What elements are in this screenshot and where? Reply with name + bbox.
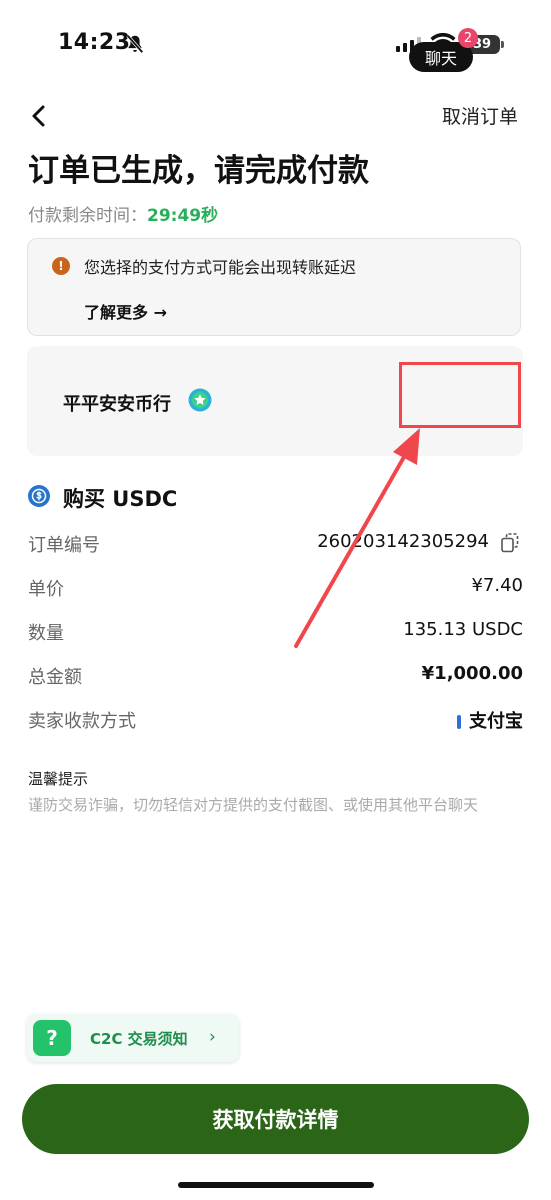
merchant-name: 平平安安币行 [63, 394, 171, 415]
learn-more-link[interactable]: 了解更多 → [84, 299, 167, 323]
payment-delay-notice: ! 您选择的支付方式可能会出现转账延迟 了解更多 → [27, 238, 521, 336]
buy-title: 购买 USDC [63, 487, 178, 511]
copy-icon[interactable] [501, 533, 519, 553]
quantity-label: 数量 [28, 623, 64, 644]
total-amount-label: 总金额 [28, 667, 82, 688]
unread-count-badge: 2 [458, 28, 478, 48]
order-number-value: 260203142305294 [317, 531, 489, 552]
unit-price-value: ¥7.40 [471, 575, 523, 596]
annotation-highlight-box [399, 362, 521, 428]
tips-title: 温馨提示 [28, 770, 89, 788]
unit-price-label: 单价 [28, 579, 64, 600]
payment-timer: 付款剩余时间：29:49秒 [28, 201, 218, 226]
battery-nub [501, 41, 504, 48]
bell-muted-icon [126, 34, 144, 54]
get-payment-details-button[interactable]: 获取付款详情 [22, 1084, 529, 1154]
home-indicator [178, 1182, 374, 1188]
page-title: 订单已生成，请完成付款 [28, 153, 369, 189]
timer-value: 29:49秒 [147, 206, 219, 226]
tips-text: 谨防交易诈骗，切勿轻信对方提供的支付截图、或使用其他平台聊天 [28, 796, 479, 814]
payment-method-label: 卖家收款方式 [28, 711, 136, 732]
quantity-value: 135.13 USDC [403, 619, 523, 640]
c2c-notice-button[interactable]: ? C2C 交易须知 › [27, 1014, 239, 1062]
chevron-right-icon: › [209, 1027, 216, 1047]
order-number-label: 订单编号 [28, 535, 100, 556]
payment-method-text: 支付宝 [469, 711, 523, 732]
notice-text: 您选择的支付方式可能会出现转账延迟 [84, 258, 357, 277]
c2c-notice-label: C2C 交易须知 [90, 1030, 188, 1048]
payment-method-indicator [457, 715, 461, 729]
payment-method-value: 支付宝 [457, 707, 523, 733]
usdc-coin-icon [28, 485, 50, 507]
status-time: 14:23 [58, 30, 131, 55]
question-icon: ? [33, 1020, 71, 1056]
warning-icon: ! [52, 257, 70, 275]
cancel-order-button[interactable]: 取消订单 [442, 102, 518, 129]
verified-star-icon [188, 388, 212, 412]
total-amount-value: ¥1,000.00 [421, 663, 523, 684]
back-arrow-icon[interactable] [28, 104, 50, 128]
timer-label: 付款剩余时间： [28, 206, 147, 226]
